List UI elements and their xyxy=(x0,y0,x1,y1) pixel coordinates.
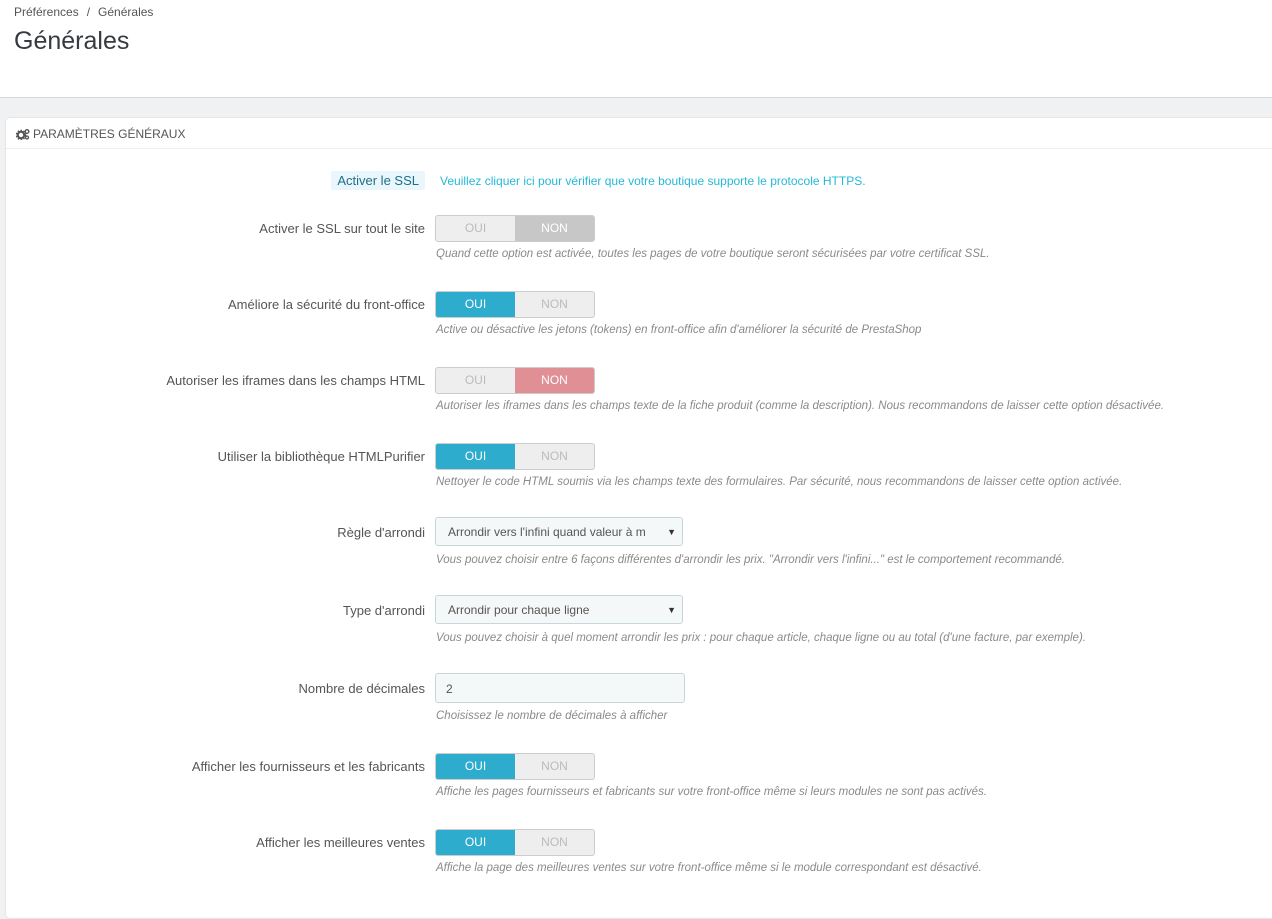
round-mode-select[interactable]: Arrondir vers l'infini quand valeur à m … xyxy=(435,517,683,546)
switch-no[interactable]: NON xyxy=(515,444,594,469)
field-help: Quand cette option est activée, toutes l… xyxy=(436,248,990,260)
field-help: Affiche les pages fournisseurs et fabric… xyxy=(436,786,987,798)
field-label: Nombre de décimales xyxy=(298,681,425,696)
decimals-input[interactable]: 2 xyxy=(435,673,685,703)
field-label: Type d'arrondi xyxy=(343,603,425,618)
ssl-everywhere-switch[interactable]: OUI NON xyxy=(435,215,595,242)
field-label: Règle d'arrondi xyxy=(337,525,425,540)
ssl-check-link[interactable]: Veuillez cliquer ici pour vérifier que v… xyxy=(440,174,866,188)
best-sellers-switch[interactable]: OUI NON xyxy=(435,829,595,856)
field-help: Autoriser les iframes dans les champs te… xyxy=(436,400,1165,412)
breadcrumb-parent-link[interactable]: Préférences xyxy=(14,5,79,19)
select-value: Arrondir pour chaque ligne xyxy=(448,603,590,617)
field-label: Afficher les fournisseurs et les fabrica… xyxy=(191,759,425,774)
field-label: Activer le SSL sur tout le site xyxy=(259,221,425,236)
field-label: Utiliser la bibliothèque HTMLPurifier xyxy=(217,449,425,464)
switch-yes[interactable]: OUI xyxy=(436,444,515,469)
ssl-label: Activer le SSL xyxy=(331,171,425,190)
switch-no[interactable]: NON xyxy=(515,216,594,241)
breadcrumb-separator: / xyxy=(86,5,91,19)
switch-no[interactable]: NON xyxy=(515,830,594,855)
panel-heading: PARAMÈTRES GÉNÉRAUX xyxy=(6,118,1272,149)
switch-no[interactable]: NON xyxy=(515,292,594,317)
field-help: Vous pouvez choisir entre 6 façons diffé… xyxy=(436,554,1065,566)
caret-down-icon: ▼ xyxy=(663,518,676,545)
field-label: Afficher les meilleures ventes xyxy=(256,835,425,850)
field-help: Nettoyer le code HTML soumis via les cha… xyxy=(436,476,1123,488)
page-title: Générales xyxy=(14,27,130,55)
htmlpurifier-switch[interactable]: OUI NON xyxy=(435,443,595,470)
switch-yes[interactable]: OUI xyxy=(436,292,515,317)
cogs-icon xyxy=(15,129,30,141)
field-help: Affiche la page des meilleures ventes su… xyxy=(436,862,982,874)
field-help: Choisissez le nombre de décimales à affi… xyxy=(436,710,668,722)
switch-yes[interactable]: OUI xyxy=(436,368,515,393)
field-label: Autoriser les iframes dans les champs HT… xyxy=(166,373,425,388)
caret-down-icon: ▼ xyxy=(663,596,676,623)
breadcrumb: Préférences / Générales xyxy=(14,5,153,19)
breadcrumb-current: Générales xyxy=(98,5,154,19)
field-help: Active ou désactive les jetons (tokens) … xyxy=(436,324,922,336)
field-label: Améliore la sécurité du front-office xyxy=(227,297,425,312)
panel-heading-title: PARAMÈTRES GÉNÉRAUX xyxy=(33,127,186,141)
allow-iframes-switch[interactable]: OUI NON xyxy=(435,367,595,394)
switch-no[interactable]: NON xyxy=(515,754,594,779)
switch-no[interactable]: NON xyxy=(515,368,594,393)
field-help: Vous pouvez choisir à quel moment arrond… xyxy=(436,632,1086,644)
suppliers-manufacturers-switch[interactable]: OUI NON xyxy=(435,753,595,780)
switch-yes[interactable]: OUI xyxy=(436,830,515,855)
select-value: Arrondir vers l'infini quand valeur à m xyxy=(448,525,646,539)
front-office-security-switch[interactable]: OUI NON xyxy=(435,291,595,318)
page-header: Préférences / Générales Générales xyxy=(0,0,1272,98)
switch-yes[interactable]: OUI xyxy=(436,216,515,241)
switch-yes[interactable]: OUI xyxy=(436,754,515,779)
round-type-select[interactable]: Arrondir pour chaque ligne ▼ xyxy=(435,595,683,624)
